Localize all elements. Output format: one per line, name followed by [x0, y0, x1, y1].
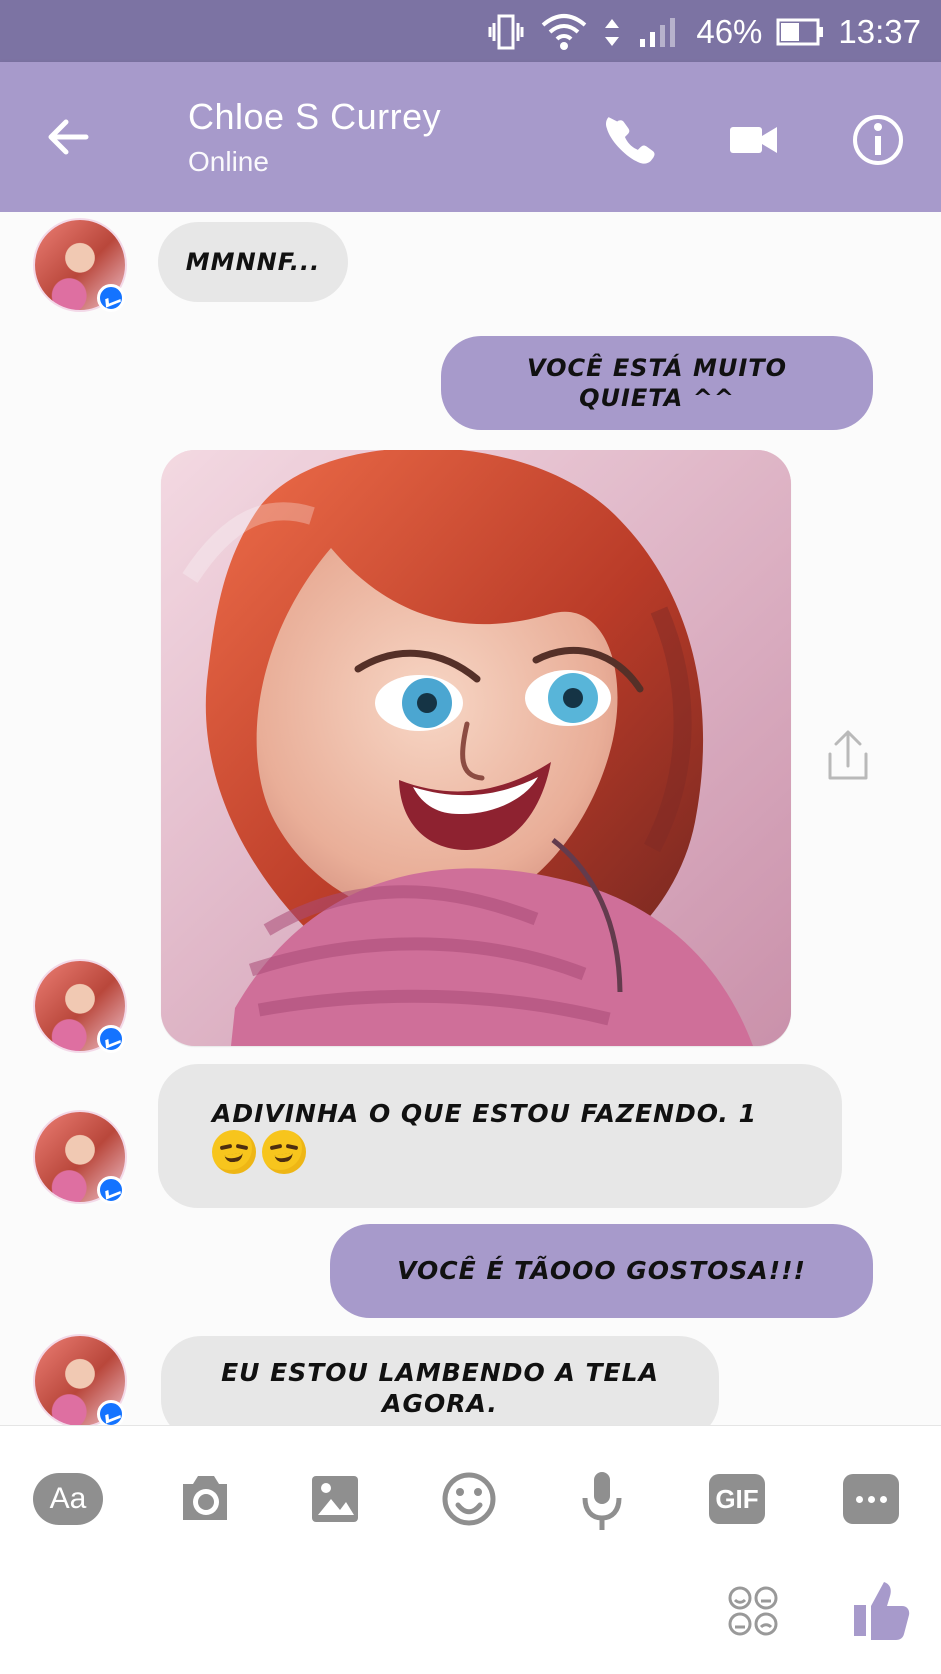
battery-icon — [776, 18, 824, 46]
contact-title-block[interactable]: Chloe S Currey Online — [188, 96, 441, 178]
message-text: ADIVINHA O QUE ESTOU FAZENDO. 1 — [212, 1099, 758, 1129]
video-camera-icon[interactable] — [725, 112, 781, 168]
smirking-face-icon — [262, 1129, 306, 1174]
status-icons-group: 46% 13:37 — [486, 12, 921, 52]
gif-label: GIF — [709, 1474, 765, 1524]
smirking-face-icon — [212, 1129, 256, 1174]
more-options-button[interactable] — [836, 1464, 906, 1534]
messenger-badge-icon — [97, 1176, 125, 1204]
outgoing-message-bubble[interactable]: VOCÊ É TÃOOO GOSTOSA!!! — [330, 1224, 873, 1318]
message-text: EU ESTOU LAMBENDO A TELA AGORA. — [221, 1357, 659, 1418]
info-icon[interactable] — [850, 112, 906, 168]
battery-percentage: 46% — [696, 13, 763, 50]
text-mode-button[interactable]: Aa — [33, 1464, 103, 1534]
thumbs-up-icon[interactable] — [850, 1576, 912, 1642]
message-text: MMNNF... — [185, 248, 321, 276]
signal-icon — [640, 18, 676, 47]
incoming-message-bubble[interactable]: MMNNF... — [158, 222, 348, 302]
contact-avatar[interactable] — [33, 218, 127, 312]
messenger-badge-icon — [97, 1400, 125, 1425]
vibrate-icon — [488, 14, 524, 50]
message-text: VOCÊ ESTÁ MUITO QUIETA ^^ — [526, 354, 788, 412]
shared-image-message[interactable] — [161, 450, 791, 1046]
messenger-badge-icon — [97, 1025, 125, 1053]
contact-avatar[interactable] — [33, 1334, 127, 1425]
emoji-row — [212, 1129, 306, 1174]
android-status-bar: 46% 13:37 — [0, 0, 941, 62]
back-arrow-icon[interactable] — [44, 114, 92, 160]
image-gallery-icon[interactable] — [300, 1464, 370, 1534]
microphone-icon[interactable] — [567, 1464, 637, 1534]
illustrated-selfie-image — [161, 450, 791, 1046]
incoming-message-bubble[interactable]: EU ESTOU LAMBENDO A TELA AGORA. — [161, 1336, 719, 1425]
camera-icon[interactable] — [167, 1464, 237, 1534]
emoji-icon[interactable] — [434, 1464, 504, 1534]
wifi-icon — [542, 14, 587, 50]
data-arrows-icon — [605, 19, 620, 46]
incoming-message-bubble[interactable]: ADIVINHA O QUE ESTOU FAZENDO. 1 — [158, 1064, 842, 1208]
message-thread[interactable]: MMNNF... VOCÊ ESTÁ MUITO QUIETA ^^ ADIVI… — [0, 212, 941, 1425]
outgoing-message-bubble[interactable]: VOCÊ ESTÁ MUITO QUIETA ^^ — [441, 336, 873, 430]
conversation-header: Chloe S Currey Online — [0, 62, 941, 212]
clock: 13:37 — [838, 13, 921, 50]
text-mode-label: Aa — [33, 1473, 103, 1525]
presence-status: Online — [188, 146, 269, 177]
share-icon[interactable] — [820, 724, 876, 786]
contact-avatar[interactable] — [33, 959, 127, 1053]
more-icon — [843, 1474, 899, 1524]
messenger-badge-icon — [97, 284, 125, 312]
message-composer: Aa GIF — [0, 1425, 941, 1674]
message-text: VOCÊ É TÃOOO GOSTOSA!!! — [397, 1256, 806, 1286]
sticker-faces-icon[interactable] — [725, 1583, 781, 1639]
contact-name: Chloe S Currey — [188, 96, 442, 137]
contact-avatar[interactable] — [33, 1110, 127, 1204]
phone-icon[interactable] — [600, 112, 656, 168]
gif-button[interactable]: GIF — [702, 1464, 772, 1534]
